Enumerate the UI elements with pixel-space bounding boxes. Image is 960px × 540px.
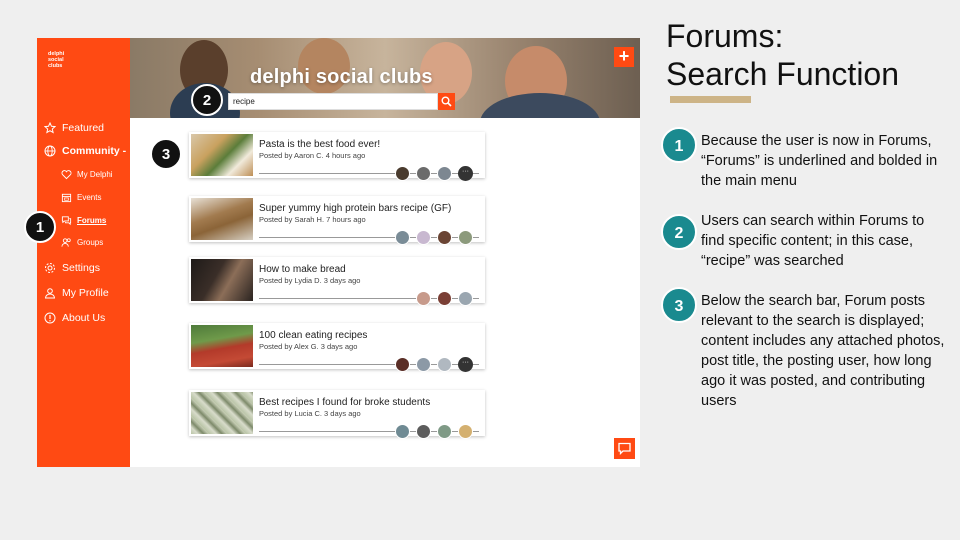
avatar[interactable] xyxy=(437,166,452,181)
post-title[interactable]: How to make bread xyxy=(259,264,346,275)
avatar[interactable] xyxy=(458,230,473,245)
heart-icon xyxy=(61,170,72,180)
avatar[interactable] xyxy=(395,357,410,372)
forum-post[interactable]: How to make bread Posted by Lydia D. 3 d… xyxy=(189,257,485,306)
avatar[interactable] xyxy=(416,230,431,245)
sidebar-item-my-delphi[interactable]: My Delphi xyxy=(61,169,113,180)
post-meta: Posted by Sarah H. 7 hours ago xyxy=(259,215,366,224)
post-photo xyxy=(191,134,253,176)
banner-title: delphi social clubs xyxy=(250,66,433,88)
sidebar-item-my-profile[interactable]: My Profile xyxy=(44,287,109,299)
annotation-text-1: Because the user is now in Forums, “Foru… xyxy=(701,133,938,189)
avatar[interactable] xyxy=(458,291,473,306)
post-meta: Posted by Aaron C. 4 hours ago xyxy=(259,151,366,160)
sidebar-item-label: My Delphi xyxy=(77,170,113,179)
star-icon xyxy=(44,122,56,134)
sidebar-item-featured[interactable]: Featured xyxy=(44,122,104,134)
banner-photo-person xyxy=(480,93,600,118)
logo[interactable]: delphi social clubs xyxy=(48,51,78,69)
avatar[interactable] xyxy=(437,230,452,245)
sidebar-item-groups[interactable]: Groups xyxy=(61,237,103,248)
forum-post[interactable]: Pasta is the best food ever! Posted by A… xyxy=(189,132,485,181)
post-photo xyxy=(191,259,253,301)
post-photo xyxy=(191,198,253,240)
sidebar-item-settings[interactable]: Settings xyxy=(44,262,100,274)
slide-title-line: Search Function xyxy=(666,56,900,92)
avatar[interactable] xyxy=(416,357,431,372)
avatar[interactable] xyxy=(437,424,452,439)
annotation-text-2: Users can search within Forums to find s… xyxy=(701,213,925,269)
post-title[interactable]: Super yummy high protein bars recipe (GF… xyxy=(259,203,451,214)
user-icon xyxy=(44,288,56,299)
search-input[interactable]: recipe xyxy=(228,93,438,110)
sidebar-item-events[interactable]: Events xyxy=(61,192,101,203)
forum-post[interactable]: Best recipes I found for broke students … xyxy=(189,390,485,439)
avatar[interactable] xyxy=(395,230,410,245)
search-icon xyxy=(441,96,452,107)
more-contributors[interactable]: ··· xyxy=(458,357,473,372)
sidebar: delphi social clubs Featured Community -… xyxy=(37,38,130,467)
sidebar-item-label: My Profile xyxy=(62,287,109,299)
post-title[interactable]: Pasta is the best food ever! xyxy=(259,139,380,150)
chat-button[interactable] xyxy=(614,438,635,459)
more-contributors[interactable]: ··· xyxy=(458,166,473,181)
forums-icon xyxy=(61,216,72,226)
title-accent-bar xyxy=(670,96,751,103)
avatar[interactable] xyxy=(416,291,431,306)
avatar[interactable] xyxy=(437,291,452,306)
slide-title-line: Forums: xyxy=(666,18,784,54)
sidebar-item-label: About Us xyxy=(62,312,106,324)
avatar[interactable] xyxy=(416,166,431,181)
post-photo xyxy=(191,392,253,434)
gear-icon xyxy=(45,263,55,273)
avatar[interactable] xyxy=(437,357,452,372)
sidebar-item-label: Settings xyxy=(62,262,100,274)
post-photo xyxy=(191,325,253,367)
add-button[interactable]: + xyxy=(614,47,634,67)
app-mockup: delphi social clubs Featured Community -… xyxy=(37,38,640,467)
post-meta: Posted by Lydia D. 3 days ago xyxy=(259,276,361,285)
sidebar-item-community[interactable]: Community - xyxy=(44,145,126,157)
post-title[interactable]: Best recipes I found for broke students xyxy=(259,397,430,408)
sidebar-item-label: Community - xyxy=(62,145,127,157)
post-meta: Posted by Alex G. 3 days ago xyxy=(259,342,358,351)
step-marker-3: 3 xyxy=(150,138,182,170)
annotation-number-3: 3 xyxy=(661,287,697,323)
annotation-text-3: Below the search bar, Forum posts releva… xyxy=(701,293,945,409)
annotation-number-2: 2 xyxy=(661,214,697,250)
slide-title: Forums: Search Function xyxy=(666,17,899,93)
avatar[interactable] xyxy=(395,424,410,439)
forum-post[interactable]: Super yummy high protein bars recipe (GF… xyxy=(189,196,485,245)
sidebar-item-forums[interactable]: Forums xyxy=(61,215,106,226)
chat-icon xyxy=(618,442,631,455)
post-meta: Posted by Lucia C. 3 days ago xyxy=(259,409,361,418)
sidebar-item-label: Featured xyxy=(62,122,105,134)
step-marker-1: 1 xyxy=(24,211,56,243)
avatar[interactable] xyxy=(458,424,473,439)
logo-line: clubs xyxy=(48,63,63,69)
sidebar-item-about-us[interactable]: About Us xyxy=(44,312,105,324)
step-marker-2: 2 xyxy=(191,84,223,116)
globe-icon xyxy=(44,145,56,157)
avatar[interactable] xyxy=(395,166,410,181)
sidebar-item-label: Groups xyxy=(77,238,104,247)
info-icon xyxy=(44,312,56,324)
sidebar-item-label: Events xyxy=(77,193,102,202)
post-title[interactable]: 100 clean eating recipes xyxy=(259,330,367,341)
annotation-number-1: 1 xyxy=(661,127,697,163)
sidebar-item-label: Forums xyxy=(77,216,107,225)
search-button[interactable] xyxy=(438,93,455,110)
avatar[interactable] xyxy=(416,424,431,439)
calendar-icon xyxy=(61,193,72,203)
groups-icon xyxy=(61,238,71,247)
forum-post[interactable]: 100 clean eating recipes Posted by Alex … xyxy=(189,323,485,372)
